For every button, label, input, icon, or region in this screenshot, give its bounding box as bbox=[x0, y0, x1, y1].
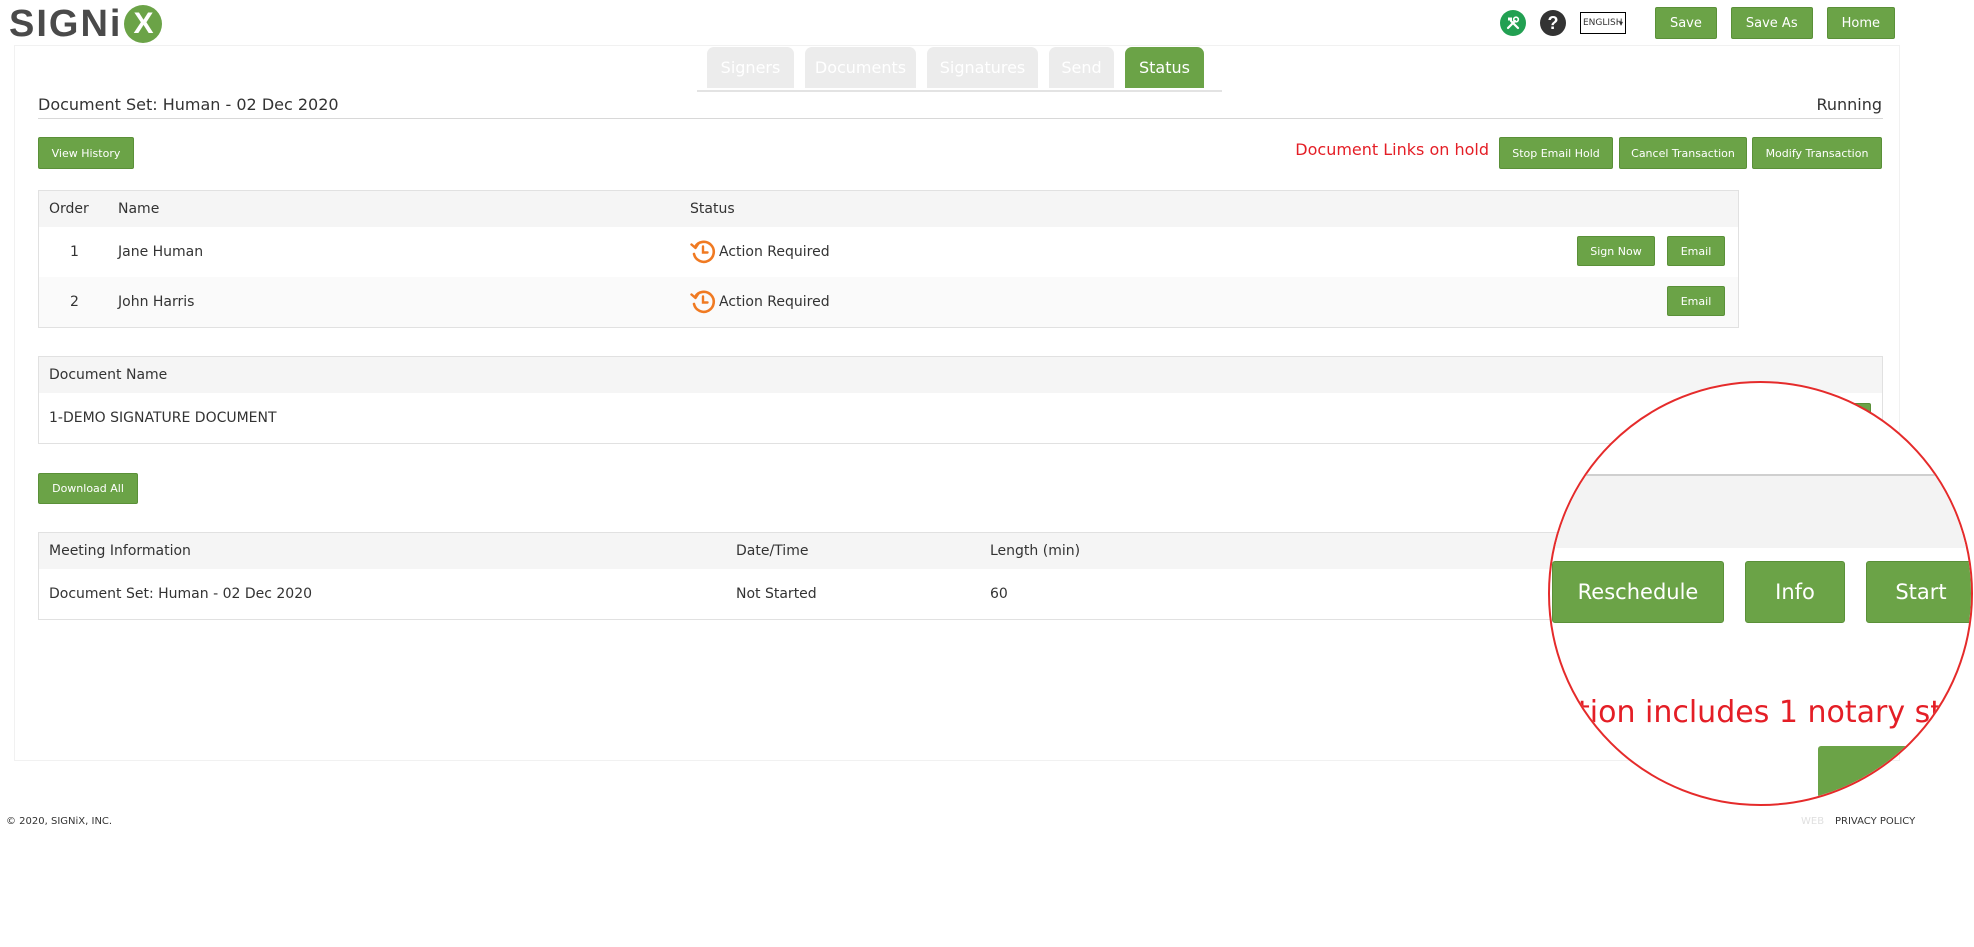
column-header-length: Length (min) bbox=[990, 543, 1081, 559]
hold-message: Document Links on hold bbox=[1295, 140, 1489, 159]
language-select[interactable]: ENGLISH ▾ bbox=[1579, 12, 1626, 34]
wizard-tabs: Signers Documents Signatures Send Status bbox=[707, 47, 1215, 88]
tab-status[interactable]: Status bbox=[1125, 47, 1204, 88]
view-history-button[interactable]: View History bbox=[38, 137, 134, 169]
clock-history-icon bbox=[690, 290, 715, 314]
table-row: 1-DEMO SIGNATURE DOCUMENT bbox=[39, 393, 1882, 443]
zoom-callout: Reschedule Info Start tion includes 1 no… bbox=[1548, 381, 1973, 806]
tools-icon[interactable] bbox=[1499, 10, 1526, 36]
chevron-down-icon: ▾ bbox=[1618, 19, 1623, 28]
column-header-name: Name bbox=[118, 201, 160, 217]
tools-icon-glyph bbox=[1506, 16, 1520, 30]
zoom-table-header bbox=[1550, 476, 1971, 548]
stop-email-hold-button[interactable]: Stop Email Hold bbox=[1499, 137, 1613, 169]
copyright: © 2020, SIGNiX, INC. bbox=[6, 816, 113, 827]
tabs-underline bbox=[697, 90, 1222, 92]
email-button[interactable]: Email bbox=[1667, 236, 1725, 266]
tab-documents[interactable]: Documents bbox=[805, 47, 916, 88]
table-row: 2 John Harris Action Required Email bbox=[39, 277, 1738, 327]
column-header-document-name: Document Name bbox=[49, 367, 168, 383]
privacy-policy-link[interactable]: PRIVACY POLICY bbox=[1835, 816, 1915, 827]
meeting-info: Document Set: Human - 02 Dec 2020 bbox=[49, 586, 313, 602]
tab-signers[interactable]: Signers bbox=[707, 47, 794, 88]
reschedule-button[interactable]: Reschedule bbox=[1552, 561, 1724, 623]
sign-now-button[interactable]: Sign Now bbox=[1577, 236, 1655, 266]
document-set-title: Document Set: Human - 02 Dec 2020 bbox=[38, 95, 339, 114]
language-select-value: ENGLISH bbox=[1582, 18, 1623, 28]
table-row: 1 Jane Human Action Required Sign Now Em… bbox=[39, 227, 1738, 277]
meeting-date-time: Not Started bbox=[736, 586, 817, 602]
signer-status-text: Action Required bbox=[719, 244, 830, 260]
email-button[interactable]: Email bbox=[1667, 286, 1725, 316]
info-button[interactable]: Info bbox=[1745, 561, 1845, 623]
column-header-date-time: Date/Time bbox=[736, 543, 809, 559]
column-header-status: Status bbox=[690, 201, 735, 217]
column-header-meeting-information: Meeting Information bbox=[49, 543, 191, 559]
signer-status: Action Required bbox=[690, 239, 830, 265]
version-label: WEB bbox=[1801, 816, 1825, 827]
tab-send[interactable]: Send bbox=[1049, 47, 1114, 88]
header-controls: ? ENGLISH ▾ Save Save As Home bbox=[1499, 7, 1895, 39]
document-set-status: Running bbox=[1816, 95, 1882, 114]
start-button[interactable]: Start bbox=[1866, 561, 1971, 623]
cancel-transaction-button[interactable]: Cancel Transaction bbox=[1619, 137, 1747, 169]
signer-order: 1 bbox=[70, 244, 79, 260]
signers-table: Order Name Status 1 Jane Human Action Re… bbox=[38, 190, 1739, 328]
logo-text: SIGNi bbox=[9, 3, 123, 45]
signix-logo: SIGNi X bbox=[9, 3, 163, 45]
signer-status-text: Action Required bbox=[719, 294, 830, 310]
home-button[interactable]: Home bbox=[1826, 7, 1895, 39]
table-header: Document Name bbox=[39, 357, 1882, 393]
tab-signatures[interactable]: Signatures bbox=[927, 47, 1038, 88]
meeting-length: 60 bbox=[990, 586, 1008, 602]
download-all-button[interactable]: Download All bbox=[38, 473, 138, 504]
logo-x-circle: X bbox=[124, 5, 163, 43]
zoom-green-button[interactable] bbox=[1818, 746, 1938, 804]
clock-history-icon bbox=[690, 240, 715, 264]
notary-message: tion includes 1 notary st bbox=[1578, 695, 1943, 730]
documents-table: Document Name 1-DEMO SIGNATURE DOCUMENT bbox=[38, 356, 1883, 444]
modify-transaction-button[interactable]: Modify Transaction bbox=[1752, 137, 1882, 169]
title-divider bbox=[38, 118, 1883, 119]
save-as-button[interactable]: Save As bbox=[1730, 7, 1813, 39]
column-header-order: Order bbox=[49, 201, 89, 217]
table-header: Order Name Status bbox=[39, 191, 1738, 227]
help-icon[interactable]: ? bbox=[1539, 10, 1566, 36]
save-button[interactable]: Save bbox=[1654, 7, 1717, 39]
signer-name: John Harris bbox=[118, 294, 195, 310]
signer-order: 2 bbox=[70, 294, 79, 310]
document-name: 1-DEMO SIGNATURE DOCUMENT bbox=[49, 410, 277, 426]
signer-status: Action Required bbox=[690, 289, 830, 315]
signer-name: Jane Human bbox=[118, 244, 204, 260]
